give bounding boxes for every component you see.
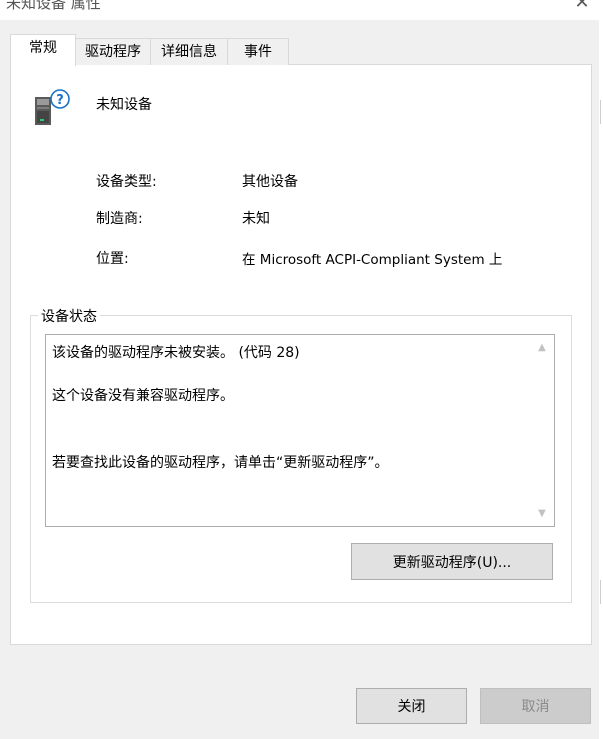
location-label: 位置: bbox=[96, 251, 129, 267]
tab-driver[interactable]: 驱动程序 bbox=[75, 38, 151, 65]
title-bar: 未知设备 属性 ✕ bbox=[0, 0, 603, 20]
svg-text:?: ? bbox=[56, 93, 64, 108]
update-driver-button[interactable]: 更新驱动程序(U)... bbox=[351, 543, 553, 580]
tab-general[interactable]: 常规 bbox=[10, 34, 76, 66]
edge-mark bbox=[600, 580, 601, 604]
status-line: 若要查找此设备的驱动程序，请单击“更新驱动程序”。 bbox=[52, 455, 389, 471]
close-icon[interactable]: ✕ bbox=[570, 0, 594, 14]
device-type-value: 其他设备 bbox=[242, 174, 298, 190]
device-status-textbox[interactable]: 该设备的驱动程序未被安装。 (代码 28) 这个设备没有兼容驱动程序。 若要查找… bbox=[45, 334, 555, 527]
status-line: 这个设备没有兼容驱动程序。 bbox=[52, 388, 234, 404]
device-name: 未知设备 bbox=[96, 97, 152, 113]
location-value: 在 Microsoft ACPI-Compliant System 上 bbox=[242, 252, 503, 268]
status-line: 该设备的驱动程序未被安装。 (代码 28) bbox=[52, 345, 300, 361]
scroll-down-arrow-icon[interactable]: ▼ bbox=[534, 506, 550, 522]
cancel-button[interactable]: 取消 bbox=[480, 688, 591, 724]
device-type-label: 设备类型: bbox=[96, 174, 157, 190]
window-title: 未知设备 属性 bbox=[6, 0, 101, 12]
tab-events[interactable]: 事件 bbox=[227, 38, 289, 65]
unknown-device-icon: ? bbox=[35, 89, 70, 125]
edge-mark bbox=[600, 100, 601, 124]
scroll-up-arrow-icon[interactable]: ▲ bbox=[534, 340, 550, 356]
window-edge bbox=[599, 20, 603, 739]
device-status-label: 设备状态 bbox=[38, 306, 100, 326]
manufacturer-label: 制造商: bbox=[96, 211, 143, 227]
close-button[interactable]: 关闭 bbox=[356, 688, 467, 724]
manufacturer-value: 未知 bbox=[242, 211, 270, 227]
tab-details[interactable]: 详细信息 bbox=[150, 38, 228, 65]
